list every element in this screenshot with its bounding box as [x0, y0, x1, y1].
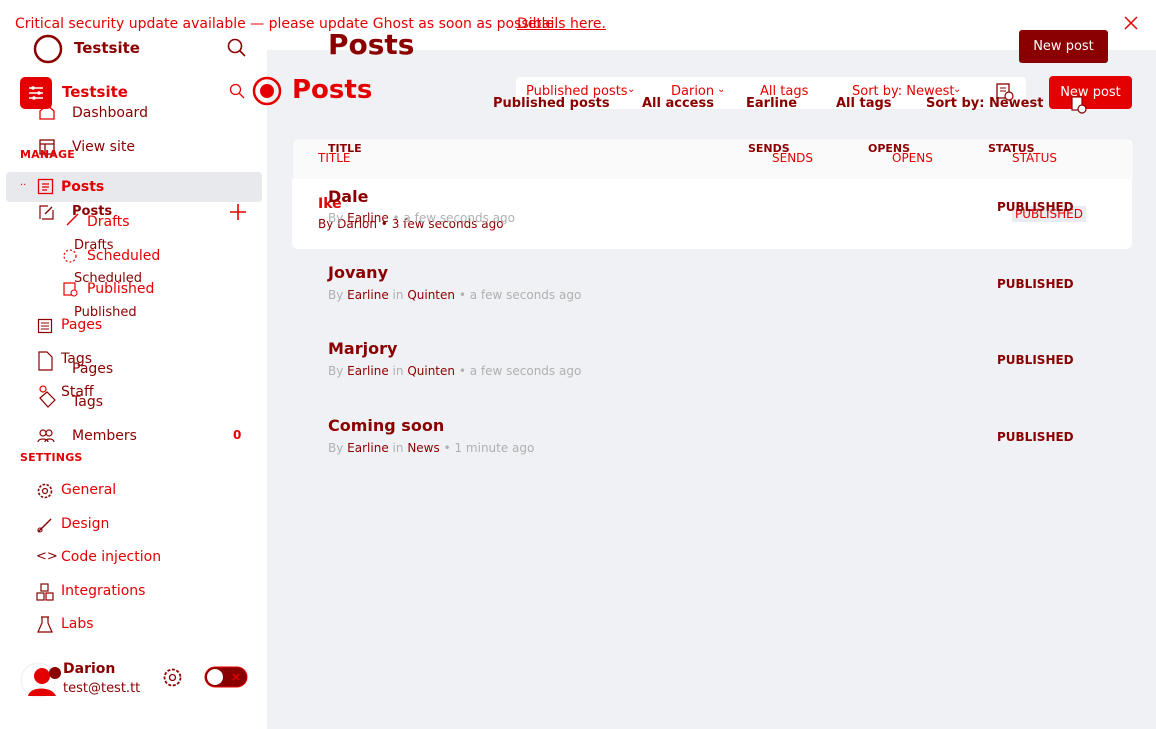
new-post-button[interactable]: New post	[1019, 30, 1108, 63]
members-icon	[37, 428, 55, 444]
nav-members[interactable]: Members	[72, 428, 137, 444]
nav-code-injection[interactable]: Code injection	[61, 549, 161, 565]
gear-icon	[36, 482, 54, 500]
site-logo-icon	[32, 33, 64, 65]
status-badge: PUBLISHED	[997, 430, 1074, 444]
nav-posts[interactable]: Posts	[61, 179, 104, 195]
filter-access-2[interactable]: All access	[642, 96, 714, 111]
night-mode-toggle[interactable]	[204, 666, 248, 692]
home-icon	[38, 103, 56, 121]
nav-general[interactable]: General	[61, 482, 116, 498]
user-email: test@test.tt	[63, 681, 141, 696]
page-title-ghost: Posts	[328, 28, 415, 61]
add-icon[interactable]	[229, 203, 247, 221]
filter-type-2[interactable]: Published posts	[493, 96, 610, 111]
brush-icon	[36, 516, 54, 534]
chevron-icon: ··	[20, 180, 27, 191]
manage-section-label: MANAGE	[20, 148, 75, 161]
chevron-down-icon: ⌄	[717, 84, 726, 95]
pages-icon	[37, 318, 53, 334]
record-icon	[251, 75, 283, 107]
nav-drafts[interactable]: Drafts	[87, 214, 130, 230]
filter-author-2[interactable]: Earline	[746, 96, 797, 111]
nav-published[interactable]: Published	[87, 281, 154, 297]
nav-scheduled[interactable]: Scheduled	[87, 248, 160, 264]
nav-tags-ghost: Tags	[72, 394, 103, 410]
nav-pages-ghost: Pages	[72, 361, 114, 377]
new-post-button-2[interactable]: New post	[1049, 76, 1132, 109]
post-title[interactable]: Marjory	[328, 339, 397, 358]
post-title[interactable]: Dale	[328, 187, 368, 206]
post-meta: By Earline in News • 1 minute ago	[328, 441, 535, 455]
page-title: Posts	[292, 75, 373, 105]
edit-icon	[38, 204, 55, 221]
banner-text: Critical security update available — ple…	[15, 16, 559, 32]
search-icon[interactable]	[229, 83, 245, 99]
nav-labs[interactable]: Labs	[61, 616, 94, 632]
code-icon: <>	[36, 549, 58, 564]
status-badge: PUBLISHED	[997, 353, 1074, 367]
gear-icon[interactable]	[162, 667, 183, 688]
filter-tags-2[interactable]: All tags	[836, 96, 892, 111]
nav-dashboard[interactable]: Dashboard	[72, 105, 148, 121]
col-status-ghost: STATUS	[1012, 151, 1058, 165]
posts-icon	[37, 178, 54, 195]
file-icon	[1070, 96, 1088, 114]
status-badge: PUBLISHED	[997, 200, 1074, 214]
filter-sort-2[interactable]: Sort by: Newest	[926, 96, 1043, 111]
chevron-down-icon: ⌄	[953, 84, 962, 95]
col-opens-ghost: OPENS	[892, 151, 933, 165]
nav-view-site[interactable]: View site	[72, 139, 135, 155]
banner-details-link[interactable]: Details here.	[517, 16, 606, 32]
user-name[interactable]: Darion	[63, 661, 115, 677]
avatar[interactable]	[20, 660, 64, 704]
site-title-ghost: Testsite	[74, 39, 140, 57]
integrations-icon	[36, 583, 54, 601]
security-banner: Critical security update available — ple…	[0, 0, 1156, 50]
nav-integrations[interactable]: Integrations	[61, 583, 145, 599]
post-title[interactable]: Jovany	[328, 263, 388, 282]
search-icon[interactable]	[227, 38, 247, 58]
site-title[interactable]: Testsite	[62, 83, 128, 101]
members-count: 0	[233, 428, 242, 442]
post-title[interactable]: Coming soon	[328, 416, 444, 435]
nav-design[interactable]: Design	[61, 516, 109, 532]
col-sends-ghost: SENDS	[772, 151, 814, 165]
clock-icon	[62, 248, 78, 264]
post-meta: By Earline • a few seconds ago	[328, 211, 516, 225]
status-badge: PUBLISHED	[997, 277, 1074, 291]
close-icon[interactable]	[1122, 14, 1140, 32]
pencil-icon	[64, 210, 82, 228]
col-title-ghost: TITLE	[318, 151, 351, 165]
settings-section-label: SETTINGS	[20, 451, 83, 464]
tags-icon	[37, 350, 54, 372]
flask-icon	[36, 616, 54, 634]
chevron-down-icon: ⌄	[627, 84, 636, 95]
published-icon	[62, 281, 78, 297]
staff-icon	[37, 384, 57, 410]
nav-pages[interactable]: Pages	[61, 317, 102, 333]
post-meta: By Earline in Quinten • a few seconds ag…	[328, 364, 582, 378]
post-meta: By Earline in Quinten • a few seconds ag…	[328, 288, 582, 302]
